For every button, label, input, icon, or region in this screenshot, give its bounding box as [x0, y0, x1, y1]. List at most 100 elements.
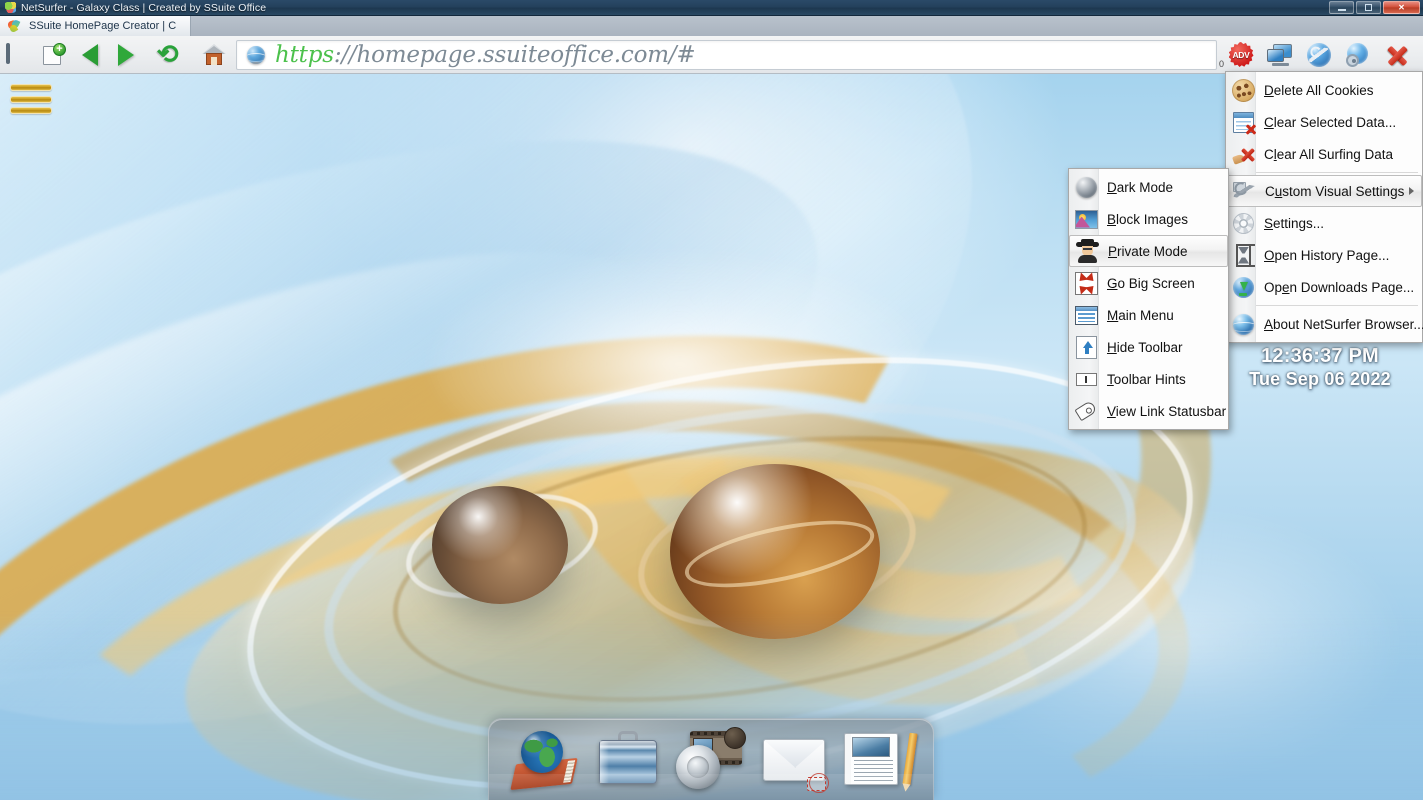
- film-speaker-icon: [674, 725, 748, 795]
- menu-item-private-mode[interactable]: Private Mode: [1069, 235, 1228, 267]
- home-icon: [202, 44, 226, 66]
- address-bar[interactable]: https://homepage.ssuiteoffice.com/#: [236, 40, 1217, 70]
- forward-button[interactable]: [108, 37, 144, 73]
- hourglass-icon: [1232, 244, 1255, 267]
- broom-x-icon: [1232, 143, 1255, 166]
- main-menu-hamburger[interactable]: [10, 84, 52, 114]
- window-title: NetSurfer - Galaxy Class | Created by SS…: [21, 2, 266, 14]
- menu-item-settings[interactable]: Settings...: [1226, 207, 1422, 239]
- menu-separator: [1256, 172, 1418, 173]
- back-button[interactable]: [72, 37, 108, 73]
- forward-arrow-icon: [118, 44, 134, 66]
- menu-item-delete-all-cookies[interactable]: Delete All Cookies: [1226, 74, 1422, 106]
- dark-sphere-icon: [1075, 176, 1098, 199]
- settings-menu: Delete All Cookies Clear Selected Data..…: [1225, 71, 1423, 343]
- ad-blocker-button[interactable]: 0 ADV: [1223, 37, 1259, 73]
- menu-item-main-menu[interactable]: Main Menu: [1069, 299, 1228, 331]
- menu-item-clear-all-surfing-data[interactable]: Clear All Surfing Data: [1226, 138, 1422, 170]
- maximize-button[interactable]: [1356, 1, 1381, 14]
- about-globe-icon: [1232, 313, 1255, 336]
- tab-favicon: [8, 20, 21, 33]
- menu-item-go-big-screen[interactable]: Go Big Screen: [1069, 267, 1228, 299]
- red-x-icon: [1384, 42, 1410, 68]
- dual-screen-icon: [1267, 44, 1293, 66]
- menu-item-open-history-page[interactable]: Open History Page...: [1226, 239, 1422, 271]
- globe-wrench-icon: [1307, 43, 1331, 67]
- menu-item-dark-mode[interactable]: Dark Mode: [1069, 171, 1228, 203]
- menu-item-label: View Link Statusbar: [1107, 404, 1226, 419]
- menu-item-label: Block Images: [1107, 212, 1188, 227]
- desktop-dock: [488, 718, 934, 800]
- browser-window: NetSurfer - Galaxy Class | Created by SS…: [0, 0, 1423, 800]
- menu-item-toolbar-hints[interactable]: Toolbar Hints: [1069, 363, 1228, 395]
- dock-office[interactable]: [591, 725, 665, 795]
- home-button[interactable]: [192, 37, 236, 73]
- wrench-icon: [1233, 180, 1256, 203]
- menu-item-about-netsurfer-browser[interactable]: About NetSurfer Browser...: [1226, 308, 1422, 340]
- url-rest: ://homepage.ssuiteoffice.com/#: [334, 42, 696, 68]
- url-text: https://homepage.ssuiteoffice.com/#: [275, 42, 695, 68]
- menu-item-clear-selected-data[interactable]: Clear Selected Data...: [1226, 106, 1422, 138]
- spy-hat-icon: [1076, 240, 1099, 263]
- wallpaper-highlight: [430, 254, 930, 474]
- custom-visual-settings-submenu: Dark Mode Block Images Private Mode Go B…: [1068, 168, 1229, 430]
- menu-item-label: Clear Selected Data...: [1264, 115, 1396, 130]
- dock-internet[interactable]: [508, 725, 582, 795]
- wallpaper-sphere-small: [432, 486, 568, 604]
- close-page-button[interactable]: [1379, 37, 1415, 73]
- text-cursor-icon: [1075, 368, 1098, 391]
- dock-mail[interactable]: [757, 725, 831, 795]
- dock-media[interactable]: [674, 725, 748, 795]
- wallpaper-band: [0, 74, 1055, 800]
- menu-item-label: Delete All Cookies: [1264, 83, 1374, 98]
- menu-item-block-images[interactable]: Block Images: [1069, 203, 1228, 235]
- menu-item-open-downloads-page[interactable]: Open Downloads Page...: [1226, 271, 1422, 303]
- hamburger-bar: [10, 107, 52, 114]
- hamburger-bar: [10, 96, 52, 103]
- new-page-button[interactable]: +: [36, 37, 72, 73]
- ad-block-count: 0: [1219, 59, 1224, 69]
- tab-bar: SSuite HomePage Creator | C: [0, 16, 1423, 36]
- clear-data-icon: [1232, 111, 1255, 134]
- window-controls: ✕: [1329, 1, 1420, 14]
- reload-arrow-icon: ⟳: [157, 44, 179, 66]
- menu-item-label: About NetSurfer Browser...: [1264, 317, 1423, 332]
- dock-notes[interactable]: [840, 725, 914, 795]
- tag-icon: [1075, 400, 1098, 423]
- close-button[interactable]: ✕: [1383, 1, 1420, 14]
- url-scheme: https: [275, 42, 334, 68]
- briefcase-icon: [591, 725, 665, 795]
- wallpaper-sphere-ring: [395, 476, 608, 617]
- display-button[interactable]: [0, 37, 36, 73]
- wallpaper-band: [0, 74, 877, 787]
- chevron-right-icon: [1409, 187, 1414, 195]
- app-butterfly-icon: [5, 2, 16, 13]
- screens-button[interactable]: [1262, 37, 1298, 73]
- menu-item-label: Private Mode: [1108, 244, 1188, 259]
- toolbar-right-group: 0 ADV: [1223, 37, 1423, 73]
- menu-item-view-link-statusbar[interactable]: View Link Statusbar: [1069, 395, 1228, 427]
- menu-item-label: Dark Mode: [1107, 180, 1173, 195]
- envelope-stamp-icon: [757, 725, 831, 795]
- menu-item-label: Open Downloads Page...: [1264, 280, 1414, 295]
- wallpaper-ring: [376, 397, 1104, 742]
- image-icon: [1075, 208, 1098, 231]
- minimize-button[interactable]: [1329, 1, 1354, 14]
- menu-item-label: Toolbar Hints: [1107, 372, 1186, 387]
- reload-button[interactable]: ⟳: [144, 37, 192, 73]
- tab-ssuite-homepage-creator[interactable]: SSuite HomePage Creator | C: [0, 16, 191, 36]
- globe-icon: [247, 46, 265, 64]
- menu-item-custom-visual-settings[interactable]: Custom Visual Settings: [1226, 175, 1422, 207]
- settings-globe-button[interactable]: [1340, 37, 1376, 73]
- gear-icon: [1232, 212, 1255, 235]
- tools-button[interactable]: [1301, 37, 1337, 73]
- wallpaper-highlight: [950, 504, 1410, 784]
- menu-item-label: Custom Visual Settings: [1265, 184, 1404, 199]
- menu-item-hide-toolbar[interactable]: Hide Toolbar: [1069, 331, 1228, 363]
- cookie-icon: [1232, 79, 1255, 102]
- globe-gear-icon: [1346, 43, 1370, 67]
- menu-item-label: Open History Page...: [1264, 248, 1389, 263]
- wallpaper-sphere-large: [670, 464, 880, 639]
- hamburger-bar: [10, 84, 52, 91]
- menu-separator: [1256, 305, 1418, 306]
